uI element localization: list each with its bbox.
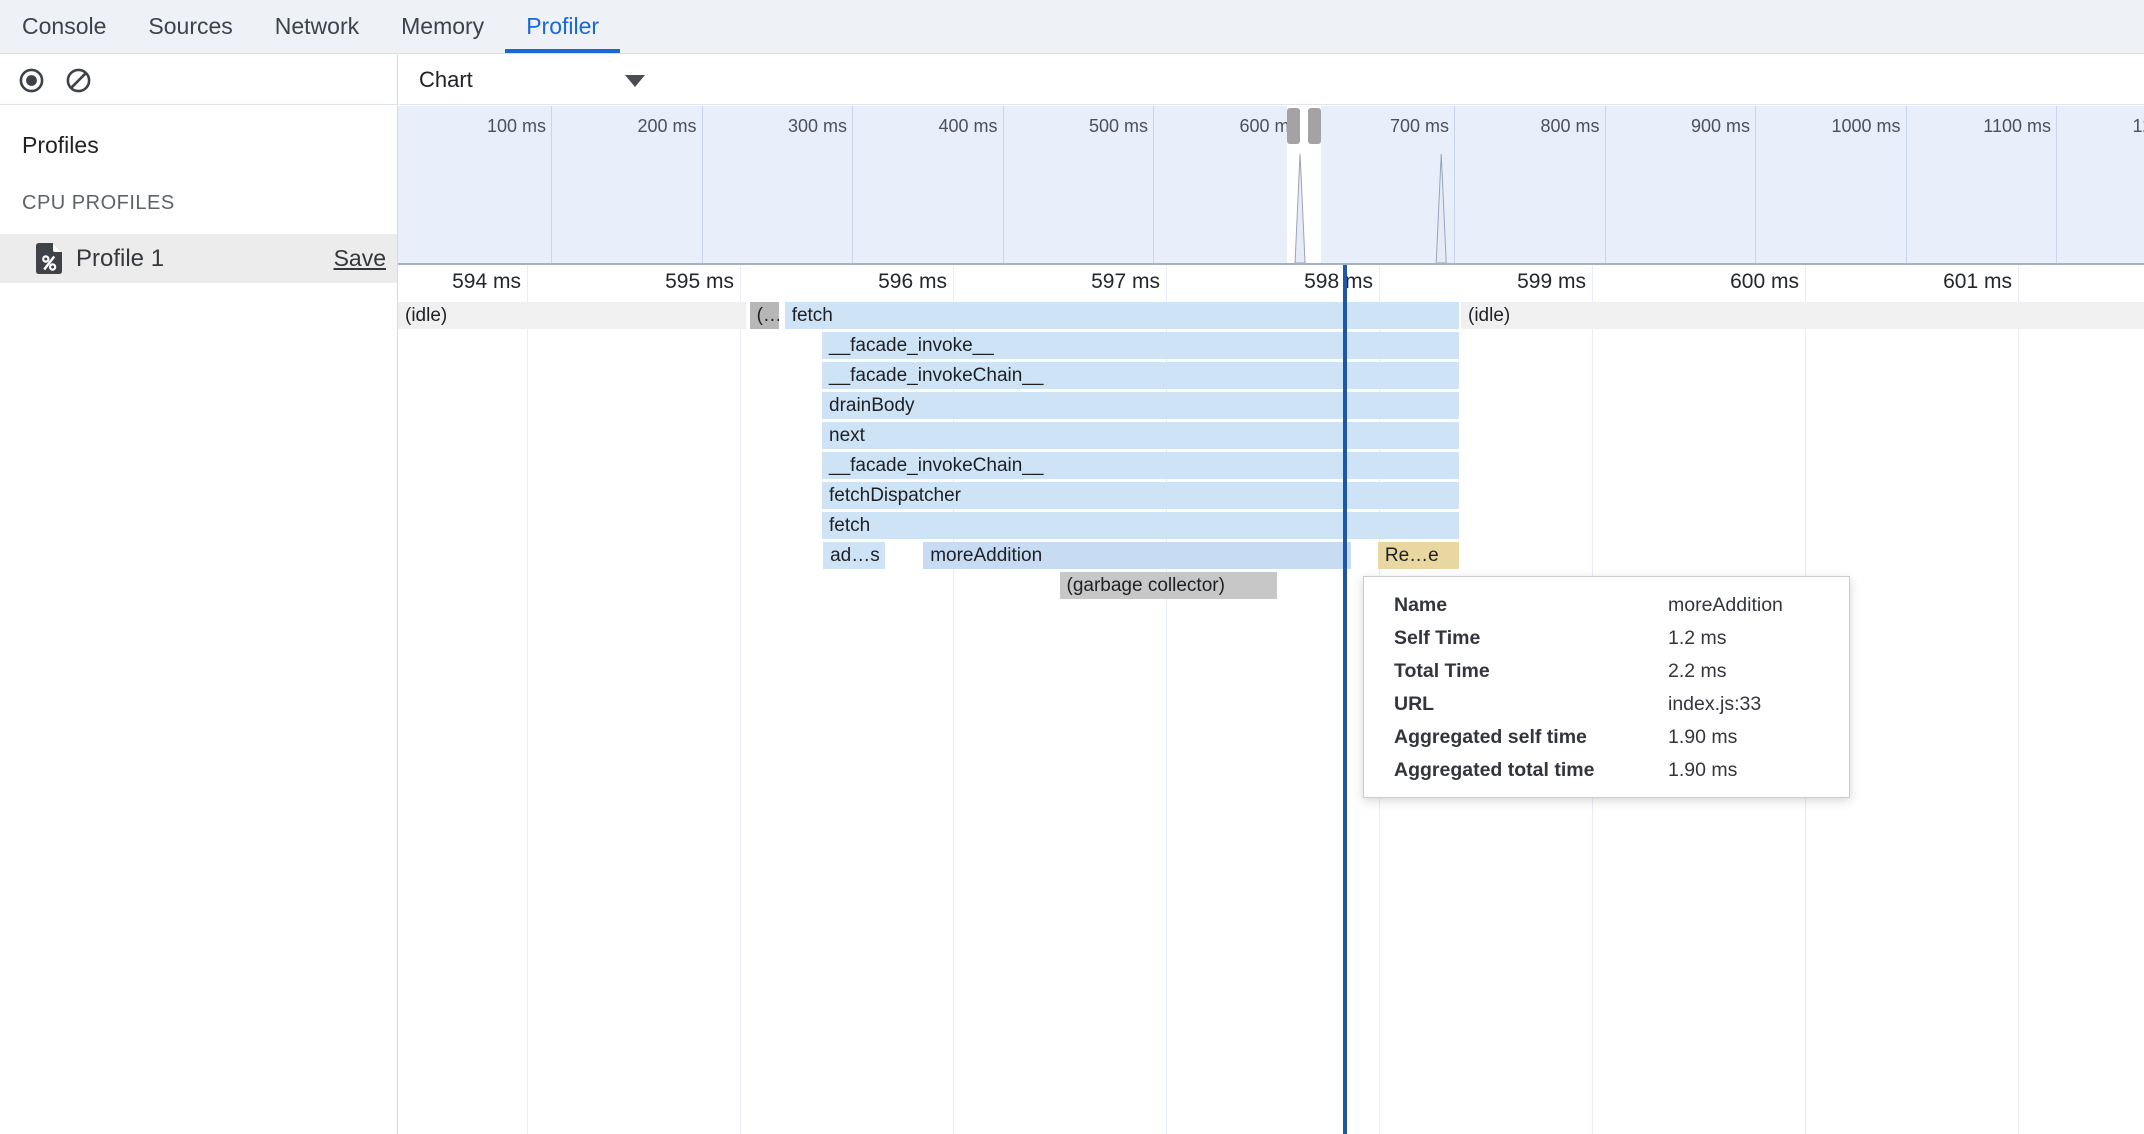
tooltip-row: Self Time 1.2 ms: [1364, 622, 1849, 655]
devtools-profiler-panel: ConsoleSourcesNetworkMemoryProfiler Prof…: [0, 0, 2144, 1134]
tooltip-label: Aggregated self time: [1394, 726, 1587, 748]
profiles-heading: Profiles: [22, 132, 99, 159]
ruler-tick-label: 595 ms: [614, 270, 734, 294]
ruler-tick-label: 598 ms: [1253, 270, 1373, 294]
flame-frame-facade-invoke[interactable]: __facade_invoke__: [822, 332, 1459, 359]
timeline-overview[interactable]: 100 ms200 ms300 ms400 ms500 ms600 ms700 …: [398, 106, 2144, 265]
flame-frame-re-e[interactable]: Re…e: [1378, 542, 1459, 569]
profile-name: Profile 1: [76, 234, 164, 283]
tab-profiler[interactable]: Profiler: [505, 0, 620, 53]
tooltip-row: URL index.js:33: [1364, 688, 1849, 721]
flame-frame-fetch[interactable]: fetch: [822, 512, 1459, 539]
tooltip-value: index.js:33: [1668, 688, 1761, 721]
cpu-profiles-section-label: CPU PROFILES: [22, 192, 175, 215]
devtools-tab-bar: ConsoleSourcesNetworkMemoryProfiler: [0, 0, 2144, 54]
tooltip-value: 2.2 ms: [1668, 655, 1727, 688]
profile-list-item[interactable]: Profile 1 Save: [0, 234, 397, 283]
tooltip-row: Aggregated total time 1.90 ms: [1364, 754, 1849, 787]
ruler-tick-label: 594 ms: [401, 270, 521, 294]
selection-left-handle[interactable]: [1287, 108, 1300, 144]
ruler-tick-label: 599 ms: [1466, 270, 1586, 294]
selection-right-handle[interactable]: [1308, 108, 1321, 144]
ruler-tick-label: 597 ms: [1040, 270, 1160, 294]
tooltip-label: Name: [1394, 594, 1447, 616]
flame-frame-facade-invokechain[interactable]: __facade_invokeChain__: [822, 362, 1459, 389]
flame-frame-garbage-collector[interactable]: (garbage collector): [1060, 572, 1277, 599]
tab-memory[interactable]: Memory: [380, 0, 505, 53]
flame-gridline: [740, 265, 741, 1134]
tooltip-value: 1.90 ms: [1668, 754, 1737, 787]
flame-frame-idle[interactable]: (idle): [1461, 302, 2144, 329]
profiler-toolbar: [0, 55, 397, 105]
tab-sources[interactable]: Sources: [127, 0, 253, 53]
tooltip-row: Total Time 2.2 ms: [1364, 655, 1849, 688]
record-icon[interactable]: [18, 67, 45, 94]
clear-icon[interactable]: [65, 67, 92, 94]
tooltip-label: Self Time: [1394, 627, 1480, 649]
flame-frame-moreaddition[interactable]: moreAddition: [923, 542, 1351, 569]
tooltip-label: Total Time: [1394, 660, 1490, 682]
tooltip-value: 1.2 ms: [1668, 622, 1727, 655]
flame-frame-next[interactable]: next: [822, 422, 1459, 449]
dropdown-caret-icon: [625, 75, 645, 87]
ruler-tick-label: 596 ms: [827, 270, 947, 294]
tooltip-row: Name moreAddition: [1364, 589, 1849, 622]
frame-tooltip: NamemoreAdditionSelf Time1.2 msTotal Tim…: [1363, 576, 1850, 798]
ruler-tick-label: 601 ms: [1892, 270, 2012, 294]
tooltip-value: moreAddition: [1668, 589, 1783, 622]
flame-frame-drainbody[interactable]: drainBody: [822, 392, 1459, 419]
tab-console[interactable]: Console: [1, 0, 127, 53]
tooltip-label: Aggregated total time: [1394, 759, 1594, 781]
flame-chart[interactable]: 594 ms 595 ms 596 ms 597 ms 598 ms 599 ms 600 …: [398, 265, 2144, 1134]
tooltip-row: Aggregated self time 1.90 ms: [1364, 721, 1849, 754]
profiles-sidebar: Profiles CPU PROFILES Profile 1 Save: [0, 55, 398, 1134]
tooltip-value: 1.90 ms: [1668, 721, 1737, 754]
flame-gridline: [527, 265, 528, 1134]
playhead-line[interactable]: [1343, 265, 1347, 1134]
ruler-tick-label: 600 ms: [1679, 270, 1799, 294]
flame-frame-idle[interactable]: (idle): [398, 302, 746, 329]
profile-percent-file-icon: [36, 242, 63, 280]
view-toolbar: Chart: [399, 55, 2144, 105]
tooltip-label: URL: [1394, 693, 1434, 715]
flame-frame-facade-invokechain[interactable]: __facade_invokeChain__: [822, 452, 1459, 479]
flame-frame-[interactable]: (…: [750, 302, 780, 329]
flame-gridline: [2018, 265, 2019, 1134]
view-mode-select[interactable]: Chart: [399, 55, 679, 105]
flame-frame-fetch[interactable]: fetch: [785, 302, 1459, 329]
flame-frame-ad-s[interactable]: ad…s: [823, 542, 885, 569]
save-profile-link[interactable]: Save: [334, 234, 386, 283]
flame-frame-fetchdispatcher[interactable]: fetchDispatcher: [822, 482, 1459, 509]
view-mode-value: Chart: [419, 55, 473, 105]
tab-network[interactable]: Network: [254, 0, 380, 53]
overview-activity-spikes: [398, 106, 2144, 263]
